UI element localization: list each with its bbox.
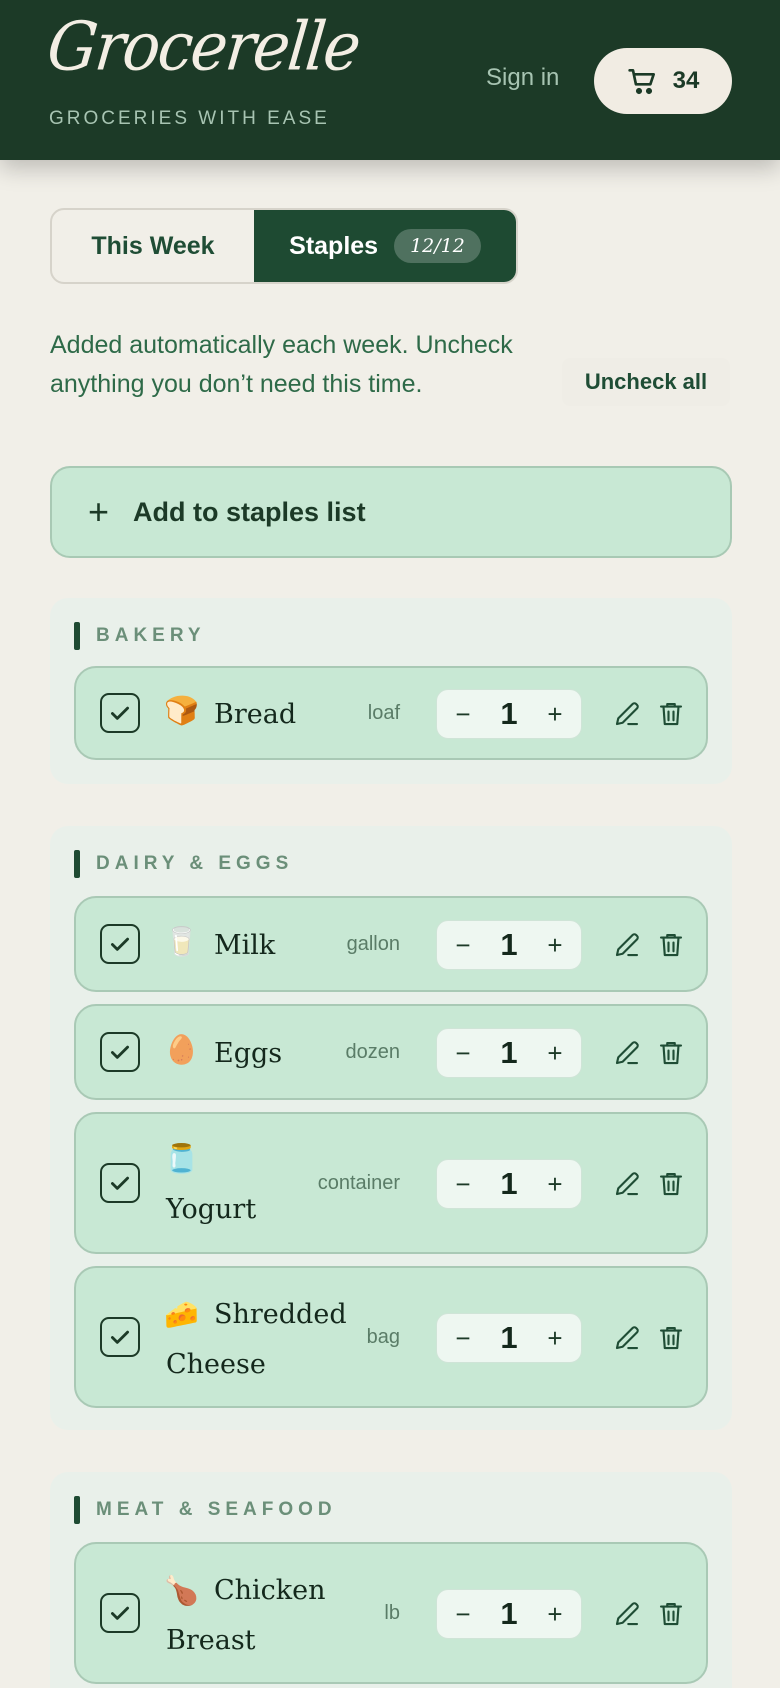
section-title: BAKERY <box>74 622 206 650</box>
quantity-stepper: − 1 + <box>436 920 582 970</box>
trash-icon[interactable] <box>656 1038 686 1068</box>
quantity-value: 1 <box>500 696 518 731</box>
trash-icon[interactable] <box>656 1169 686 1199</box>
brand-logo[interactable]: Grocerelle <box>44 7 363 86</box>
item-name: Chicken Breast <box>166 1575 326 1656</box>
section-title-text: DAIRY & EGGS <box>96 853 294 874</box>
item-checkbox[interactable] <box>100 693 140 733</box>
tab-this-week[interactable]: This Week <box>52 210 254 282</box>
quantity-stepper: − 1 + <box>436 689 582 739</box>
item-unit: lb <box>384 1602 400 1624</box>
section-accent-bar <box>74 622 80 650</box>
decrease-button[interactable]: − <box>451 1323 475 1354</box>
list-item: 🍞 Bread loaf − 1 + <box>74 666 708 760</box>
staples-count-badge: 12/12 <box>394 229 481 263</box>
increase-button[interactable]: + <box>543 1169 567 1200</box>
section-meat-seafood: MEAT & SEAFOOD 🍗 Chicken Breast lb − 1 + <box>50 1472 732 1688</box>
increase-button[interactable]: + <box>543 1323 567 1354</box>
increase-button[interactable]: + <box>543 699 567 730</box>
section-title-text: MEAT & SEAFOOD <box>96 1499 337 1520</box>
item-checkbox[interactable] <box>100 1032 140 1072</box>
item-unit: bag <box>366 1326 400 1348</box>
list-tabs: This Week Staples 12/12 <box>50 208 518 284</box>
item-unit: container <box>317 1172 400 1194</box>
section-title: MEAT & SEAFOOD <box>74 1496 337 1524</box>
decrease-button[interactable]: − <box>451 1169 475 1200</box>
quantity-stepper: − 1 + <box>436 1159 582 1209</box>
section-accent-bar <box>74 1496 80 1524</box>
quantity-value: 1 <box>500 1166 518 1201</box>
tab-staples-label: Staples <box>289 231 379 260</box>
sign-in-link[interactable]: Sign in <box>486 64 559 92</box>
plus-icon: + <box>88 491 110 532</box>
item-name: Eggs <box>214 1038 283 1069</box>
quantity-stepper: − 1 + <box>436 1589 582 1639</box>
section-dairy-eggs: DAIRY & EGGS 🥛 Milk gallon − 1 + 🥚 Eggs … <box>50 826 732 1430</box>
uncheck-all-button[interactable]: Uncheck all <box>562 358 730 406</box>
section-title: DAIRY & EGGS <box>74 850 293 878</box>
checkmark-icon <box>111 937 129 951</box>
item-checkbox[interactable] <box>100 1163 140 1203</box>
item-checkbox[interactable] <box>100 1593 140 1633</box>
decrease-button[interactable]: − <box>451 1038 475 1069</box>
section-bakery: BAKERY 🍞 Bread loaf − 1 + <box>50 598 732 784</box>
decrease-button[interactable]: − <box>451 930 475 961</box>
item-unit: dozen <box>345 1041 401 1063</box>
edit-icon[interactable] <box>612 699 642 729</box>
quantity-stepper: − 1 + <box>436 1028 582 1078</box>
list-item: 🍗 Chicken Breast lb − 1 + <box>74 1542 708 1684</box>
edit-icon[interactable] <box>612 930 642 960</box>
trash-icon[interactable] <box>656 930 686 960</box>
tab-staples[interactable]: Staples 12/12 <box>254 210 516 282</box>
quantity-value: 1 <box>500 1320 518 1355</box>
list-item: 🥛 Milk gallon − 1 + <box>74 896 708 992</box>
decrease-button[interactable]: − <box>451 699 475 730</box>
checkmark-icon <box>111 1045 129 1059</box>
checkmark-icon <box>111 1176 129 1190</box>
quantity-value: 1 <box>500 927 518 962</box>
quantity-value: 1 <box>500 1596 518 1631</box>
app-header: Grocerelle GROCERIES WITH EASE Sign in 3… <box>0 0 780 160</box>
list-item: 🫙 Yogurt container − 1 + <box>74 1112 708 1254</box>
add-to-staples-label: Add to staples list <box>133 496 366 527</box>
checkmark-icon <box>111 1330 129 1344</box>
add-to-staples-button[interactable]: + Add to staples list <box>50 466 732 558</box>
checkmark-icon <box>111 706 129 720</box>
trash-icon[interactable] <box>656 1323 686 1353</box>
increase-button[interactable]: + <box>543 930 567 961</box>
cart-count: 34 <box>672 67 700 94</box>
list-item: 🥚 Eggs dozen − 1 + <box>74 1004 708 1100</box>
section-accent-bar <box>74 850 80 878</box>
staples-note: Added automatically each week. Uncheck a… <box>50 331 513 398</box>
increase-button[interactable]: + <box>543 1599 567 1630</box>
checkmark-icon <box>111 1606 129 1620</box>
quantity-stepper: − 1 + <box>436 1313 582 1363</box>
decrease-button[interactable]: − <box>451 1599 475 1630</box>
cart-icon <box>627 69 655 95</box>
quantity-value: 1 <box>500 1035 518 1070</box>
item-unit: loaf <box>367 702 400 724</box>
list-item: 🧀 Shredded Cheese bag − 1 + <box>74 1266 708 1408</box>
brand-tagline: GROCERIES WITH EASE <box>49 108 330 129</box>
increase-button[interactable]: + <box>543 1038 567 1069</box>
edit-icon[interactable] <box>612 1038 642 1068</box>
item-emoji-icon: 🫙 <box>164 1143 199 1174</box>
cart-button[interactable]: 34 <box>594 48 732 114</box>
item-checkbox[interactable] <box>100 1317 140 1357</box>
edit-icon[interactable] <box>612 1169 642 1199</box>
item-name: Milk <box>214 930 276 961</box>
item-name: Shredded Cheese <box>166 1299 347 1380</box>
edit-icon[interactable] <box>612 1599 642 1629</box>
item-unit: gallon <box>346 933 400 955</box>
trash-icon[interactable] <box>656 1599 686 1629</box>
item-name: Bread <box>214 699 297 730</box>
edit-icon[interactable] <box>612 1323 642 1353</box>
trash-icon[interactable] <box>656 699 686 729</box>
section-title-text: BAKERY <box>96 625 206 646</box>
item-checkbox[interactable] <box>100 924 140 964</box>
